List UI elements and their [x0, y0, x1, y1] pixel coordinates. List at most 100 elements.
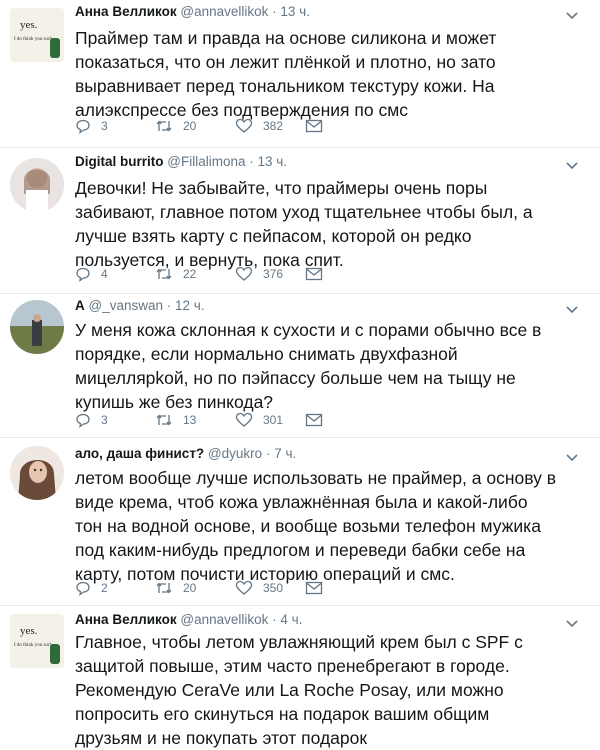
heart-icon [235, 412, 253, 427]
tweet-text-line: Праймер там и правда на основе силикона … [75, 28, 497, 48]
tweet-actions: 3 13 301 [75, 410, 385, 430]
avatar[interactable] [10, 446, 64, 500]
like-button[interactable]: 301 [235, 412, 305, 428]
reply-icon [76, 267, 90, 282]
retweet-count: 13 [183, 413, 197, 427]
heart-icon [235, 118, 253, 133]
avatar[interactable] [10, 300, 64, 354]
like-button[interactable]: 382 [235, 118, 305, 134]
tweet-actions: 2 20 350 [75, 578, 385, 598]
avatar[interactable] [10, 158, 64, 212]
timestamp[interactable]: · 12 ч. [167, 298, 205, 313]
avatar[interactable]: yes. I do think you suck [10, 8, 64, 62]
avatar-yes-text: yes. [20, 625, 38, 637]
author-name[interactable]: Анна Велликок [75, 612, 177, 627]
reply-button[interactable]: 2 [75, 580, 155, 596]
tweet-text-line: тон на водной основе, и вообще возьми те… [75, 516, 541, 536]
timestamp[interactable]: · 4 ч. [272, 612, 302, 627]
envelope-icon [305, 119, 323, 133]
envelope-icon [305, 413, 323, 427]
reply-button[interactable]: 3 [75, 118, 155, 134]
reply-icon [76, 119, 90, 134]
tweet-text-line: защитой повыше, этим часто пренебрегают … [75, 656, 510, 676]
tweet-header: Анна Велликок @annavellikok · 13 ч. [75, 4, 310, 19]
author-name[interactable]: Digital burrito [75, 154, 164, 169]
reply-button[interactable]: 4 [75, 266, 155, 282]
like-count: 301 [263, 413, 284, 427]
message-button[interactable] [305, 119, 385, 133]
tweet-text-line: летом вообще лучше использовать не прайм… [75, 468, 557, 488]
author-handle[interactable]: @annavellikok [180, 4, 268, 19]
chevron-down-icon[interactable] [564, 302, 580, 318]
retweet-icon [156, 582, 172, 594]
envelope-icon [305, 267, 323, 281]
author-name[interactable]: ало, даша финист? [75, 446, 204, 461]
retweet-count: 22 [183, 267, 197, 281]
tweet[interactable]: ало, даша финист? @dyukro · 7 ч. летом в… [0, 438, 600, 606]
retweet-button[interactable]: 22 [155, 266, 235, 282]
reply-count: 4 [101, 267, 108, 281]
message-button[interactable] [305, 413, 385, 427]
message-button[interactable] [305, 267, 385, 281]
timestamp[interactable]: · 13 ч. [272, 4, 310, 19]
like-count: 382 [263, 119, 284, 133]
reply-count: 3 [101, 119, 108, 133]
tweet-header: Анна Велликок @annavellikok · 4 ч. [75, 612, 302, 627]
timestamp[interactable]: · 13 ч. [249, 154, 287, 169]
retweet-button[interactable]: 20 [155, 580, 235, 596]
tweet-text: У меня кожа склонная к сухости и с порам… [75, 318, 580, 414]
tweet-actions: 3 20 382 [75, 116, 385, 136]
tweet-header: Digital burrito @Fillalimona · 13 ч. [75, 154, 287, 169]
retweet-icon [156, 414, 172, 426]
like-count: 376 [263, 267, 284, 281]
retweet-button[interactable]: 20 [155, 118, 235, 134]
tweet-text: Главное, чтобы летом увлажняющий крем бы… [75, 630, 580, 750]
reply-icon [76, 581, 90, 596]
tweet-text-line: порядке, если нормально снимать двухфазн… [75, 344, 458, 364]
tweet-text-line: забивают, главное потом уход тщательнее … [75, 202, 533, 222]
author-name[interactable]: Анна Велликок [75, 4, 177, 19]
tweet[interactable]: А @_vanswan · 12 ч. У меня кожа склонная… [0, 294, 600, 438]
tweet-text-line: Главное, чтобы летом увлажняющий крем бы… [75, 632, 523, 652]
message-button[interactable] [305, 581, 385, 595]
yes-card-image: yes. I do think you suck [10, 8, 64, 62]
tweet[interactable]: yes. I do think you suck Анна Велликок @… [0, 0, 600, 148]
girl-photo-image [10, 158, 64, 212]
tweet-text: Праймер там и правда на основе силикона … [75, 26, 580, 122]
tweet[interactable]: Digital burrito @Fillalimona · 13 ч. Дев… [0, 148, 600, 294]
like-button[interactable]: 376 [235, 266, 305, 282]
tweet-text: летом вообще лучше использовать не прайм… [75, 466, 580, 586]
chevron-down-icon[interactable] [564, 8, 580, 24]
reply-button[interactable]: 3 [75, 412, 155, 428]
reply-count: 3 [101, 413, 108, 427]
author-handle[interactable]: @annavellikok [180, 612, 268, 627]
chevron-down-icon[interactable] [564, 450, 580, 466]
tweet-text-line: попросить его скинуться на подарок вашим… [75, 704, 490, 724]
tweet-text-line: лучше взять карту с пейпасом, которой он… [75, 226, 472, 246]
retweet-count: 20 [183, 119, 197, 133]
tweet-text-line: показаться, что он лежит плёнкой и плотн… [75, 52, 496, 72]
author-handle[interactable]: @dyukro [208, 446, 262, 461]
landscape-photo-image [10, 300, 64, 354]
like-button[interactable]: 350 [235, 580, 305, 596]
yes-card-image: yes. I do think you suck [10, 614, 64, 668]
author-handle[interactable]: @_vanswan [89, 298, 164, 313]
tweet[interactable]: yes. I do think you suck Анна Велликок @… [0, 606, 600, 748]
avatar-small-text: I do think you suck [14, 643, 53, 648]
tweet-text-line: У меня кожа склонная к сухости и с порам… [75, 320, 542, 340]
avatar-yes-text: yes. [20, 19, 38, 31]
tweet-text-line: друзьям и не покупать этот подарок [75, 728, 368, 748]
heart-icon [235, 266, 253, 281]
reply-count: 2 [101, 581, 108, 595]
tweet-actions: 4 22 376 [75, 264, 385, 284]
timestamp[interactable]: · 7 ч. [266, 446, 296, 461]
avatar-small-text: I do think you suck [14, 37, 53, 42]
author-handle[interactable]: @Fillalimona [167, 154, 245, 169]
chevron-down-icon[interactable] [564, 158, 580, 174]
author-name[interactable]: А [75, 298, 85, 313]
reply-icon [76, 413, 90, 428]
tweet-text-line: виде крема, чтоб кожа увлажнённая была и… [75, 492, 528, 512]
retweet-button[interactable]: 13 [155, 412, 235, 428]
tweet-text-line: Девочки! Не забывайте, что праймеры очен… [75, 178, 488, 198]
avatar[interactable]: yes. I do think you suck [10, 614, 64, 668]
